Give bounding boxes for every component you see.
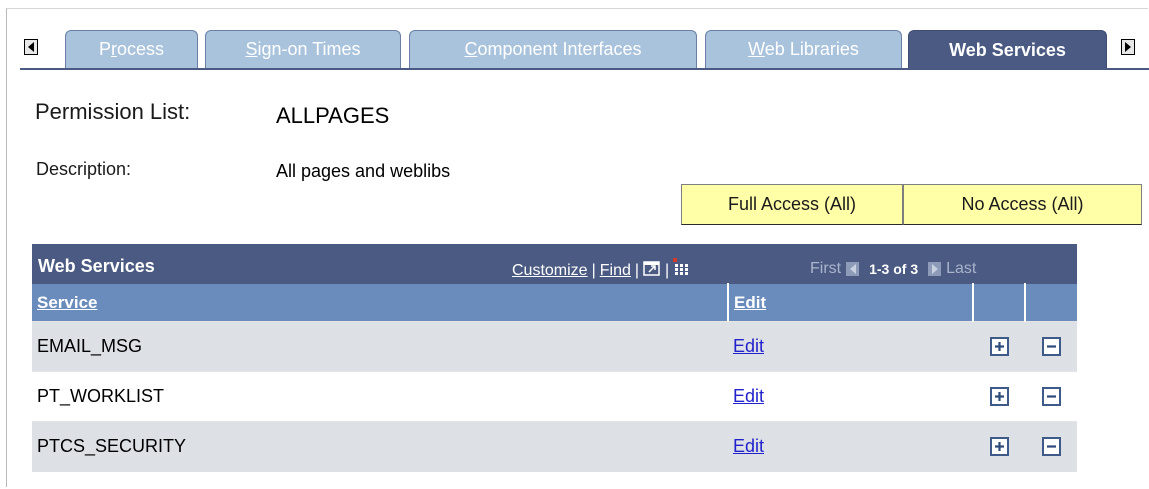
table-row: EMAIL_MSG Edit: [32, 321, 1077, 372]
delete-cell: [1025, 321, 1077, 372]
full-access-button[interactable]: Full Access (All): [681, 184, 903, 225]
tab-web-services[interactable]: Web Services: [908, 30, 1107, 70]
add-row-icon[interactable]: [989, 387, 1009, 406]
tab-component-interfaces-label: Component Interfaces: [464, 39, 642, 59]
delete-row-icon[interactable]: [1041, 337, 1061, 356]
add-cell: [973, 421, 1025, 472]
find-link[interactable]: Find: [600, 262, 631, 280]
edit-cell: Edit: [728, 321, 973, 372]
column-header-row: Service Edit: [32, 283, 1077, 322]
service-cell: PTCS_SECURITY: [32, 421, 728, 472]
edit-link[interactable]: Edit: [733, 436, 764, 456]
download-grid-icon[interactable]: [673, 258, 691, 283]
add-cell: [973, 371, 1025, 422]
last-arrow-icon[interactable]: [928, 262, 942, 276]
add-cell: [973, 321, 1025, 372]
sort-edit-link[interactable]: Edit: [734, 293, 766, 312]
pager-first: First: [810, 260, 842, 277]
grid-pager: First 1-3 of 3 Last: [810, 260, 976, 278]
description-label: Description:: [36, 159, 132, 179]
delete-cell: [1025, 371, 1077, 422]
column-header-service[interactable]: Service: [32, 283, 729, 322]
add-row-icon[interactable]: [989, 437, 1009, 457]
first-arrow-icon[interactable]: [846, 262, 860, 276]
tab-sign-on-times[interactable]: Sign-on Times: [205, 30, 401, 68]
tab-web-services-label: Web Services: [949, 40, 1066, 60]
no-access-button[interactable]: No Access (All): [903, 184, 1142, 225]
edit-cell: Edit: [728, 371, 973, 422]
permission-list-value: ALLPAGES: [276, 103, 390, 128]
tool-separator: |: [665, 261, 670, 279]
tab-component-interfaces[interactable]: Component Interfaces: [409, 30, 697, 68]
sort-service-link[interactable]: Service: [37, 293, 98, 312]
tab-strip: Process Sign-on Times Component Interfac…: [14, 26, 1149, 70]
tab-process[interactable]: Process: [65, 30, 198, 68]
tab-process-label: Process: [98, 39, 165, 59]
table-row: PTCS_SECURITY Edit: [32, 421, 1077, 472]
service-cell: PT_WORKLIST: [32, 371, 728, 422]
delete-row-icon[interactable]: [1041, 387, 1061, 406]
grid-title: Web Services: [38, 256, 155, 276]
scroll-right-icon[interactable]: [1121, 39, 1135, 55]
tab-baseline: [20, 68, 1149, 70]
tab-web-libraries-label: Web Libraries: [748, 39, 859, 59]
description-value: All pages and weblibs: [276, 161, 451, 181]
edit-link[interactable]: Edit: [733, 386, 764, 406]
grid-tools: Customize | Find | |: [512, 258, 691, 283]
scroll-left-icon[interactable]: [24, 39, 38, 55]
service-cell: EMAIL_MSG: [32, 321, 728, 372]
delete-cell: [1025, 421, 1077, 472]
tool-separator: |: [634, 261, 640, 279]
tab-web-libraries[interactable]: Web Libraries: [705, 30, 902, 68]
pager-last: Last: [946, 260, 977, 277]
permission-list-label: Permission List:: [35, 99, 191, 124]
tab-sign-on-times-label: Sign-on Times: [245, 39, 361, 59]
table-row: PT_WORKLIST Edit: [32, 371, 1077, 422]
web-services-grid: Web Services Customize | Find | | First …: [32, 244, 1077, 472]
column-header-delete: [1025, 283, 1077, 322]
column-header-edit[interactable]: Edit: [728, 283, 974, 322]
edit-link[interactable]: Edit: [733, 336, 764, 356]
tool-separator: |: [591, 261, 596, 279]
add-row-icon[interactable]: [989, 337, 1009, 356]
new-window-icon[interactable]: [643, 260, 661, 281]
customize-link[interactable]: Customize: [512, 262, 588, 280]
edit-cell: Edit: [728, 421, 973, 472]
delete-row-icon[interactable]: [1041, 437, 1061, 457]
grid-table: Service Edit EMAIL_MSG Edit PT_WORKLIST …: [32, 283, 1077, 472]
column-header-add: [973, 283, 1026, 322]
grid-header: Web Services Customize | Find | | First …: [32, 244, 1077, 283]
pager-count: 1-3 of 3: [869, 261, 919, 277]
